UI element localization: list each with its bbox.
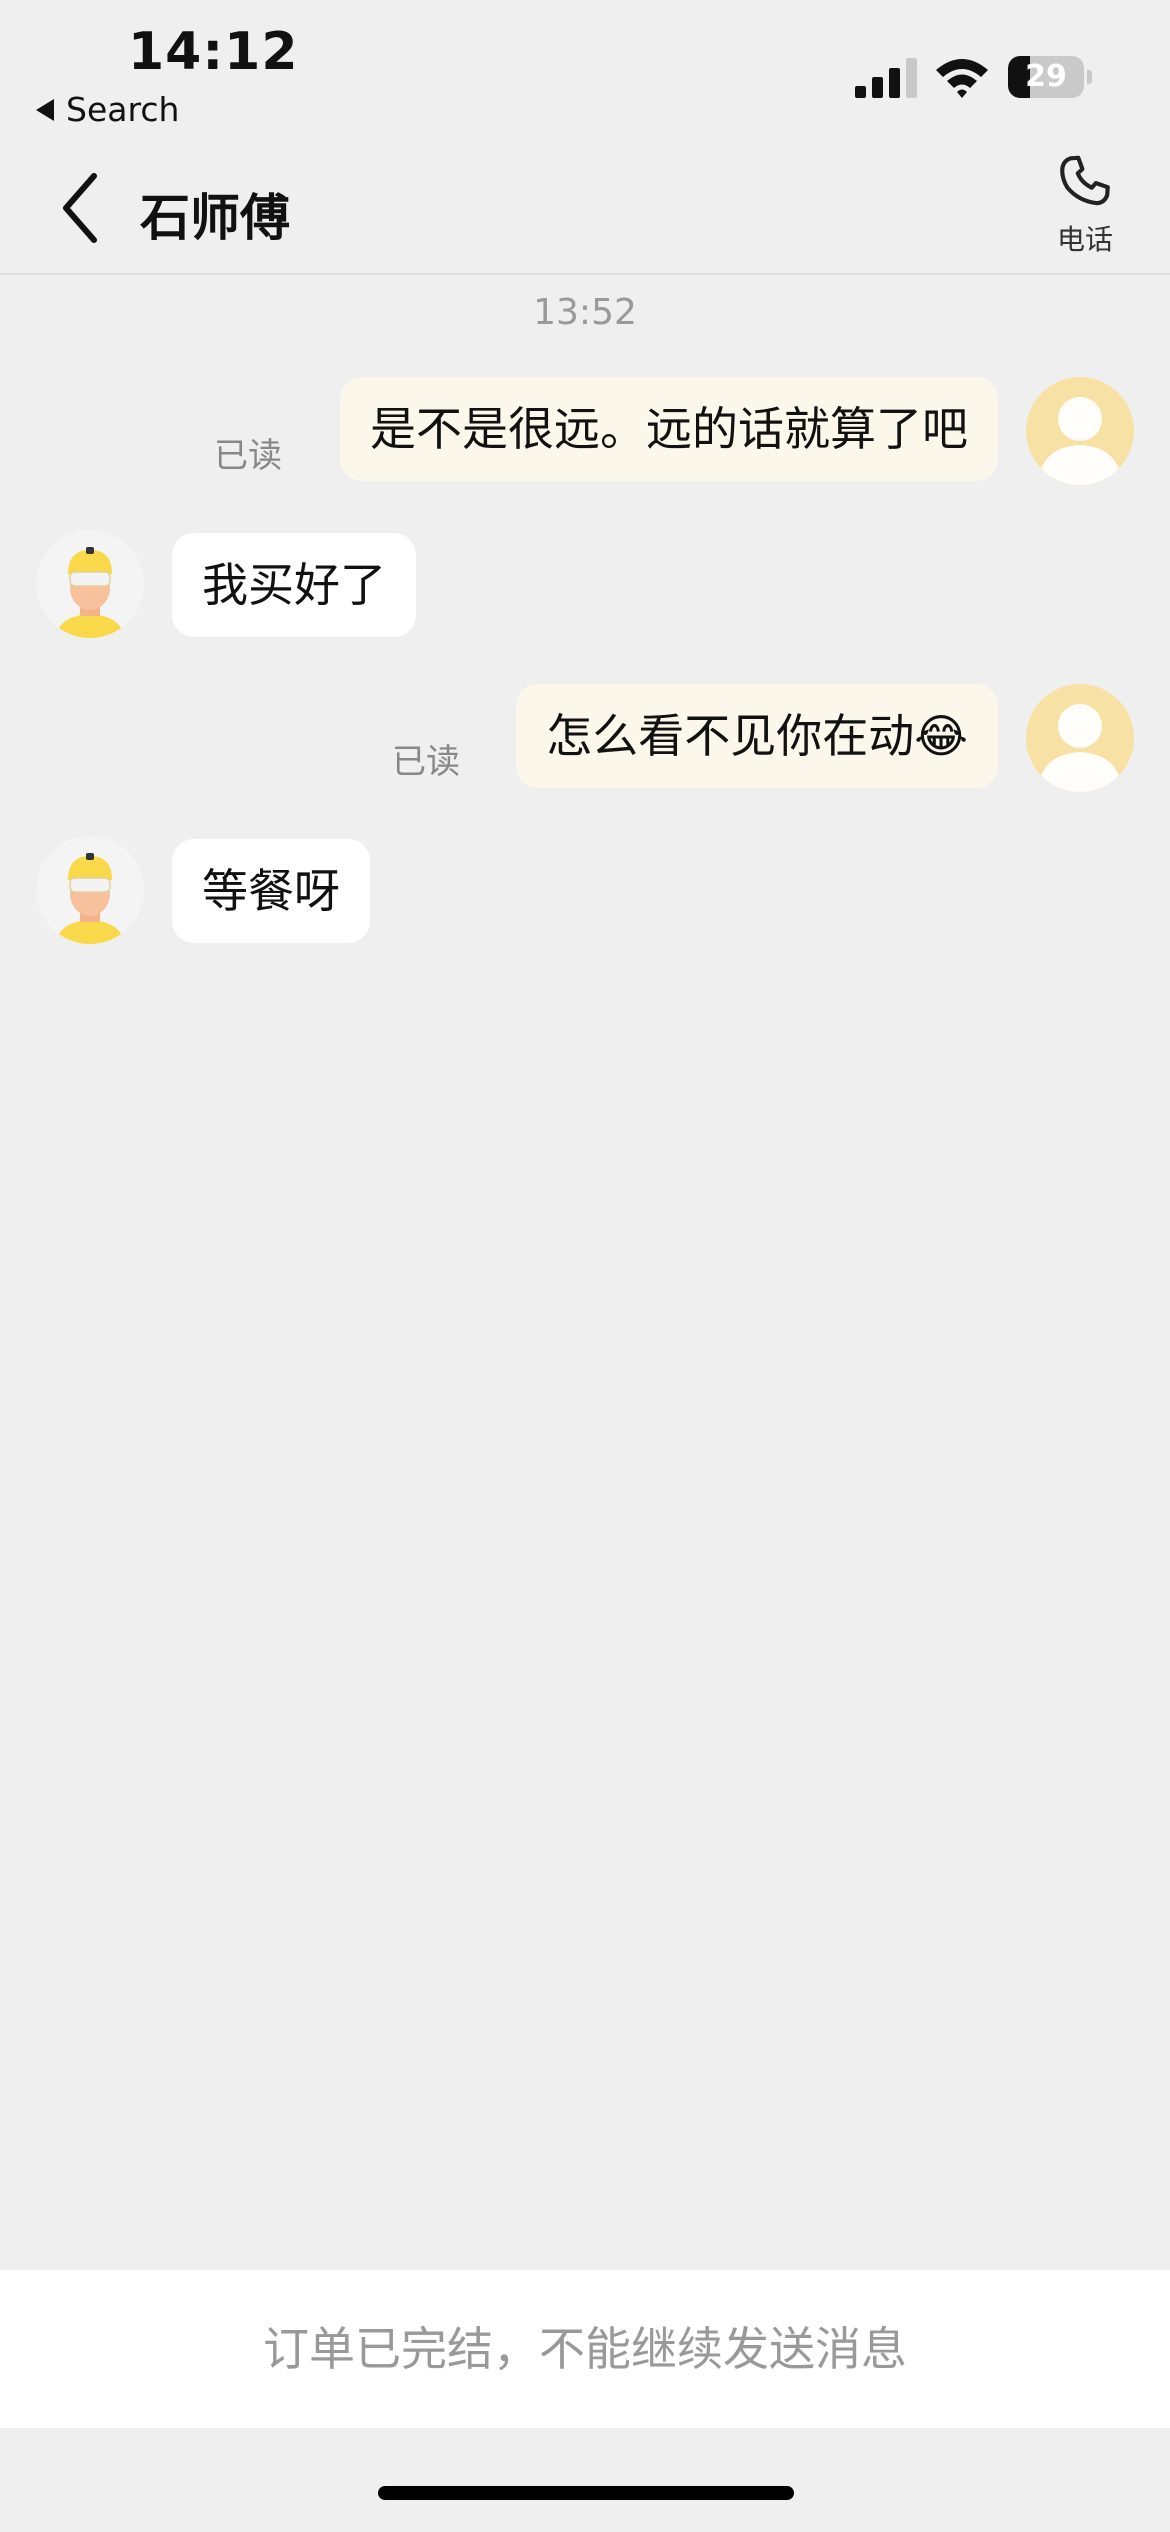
message-bubble-sent[interactable]: 是不是很远。远的话就算了吧 xyxy=(340,377,998,481)
back-to-search-label: Search xyxy=(66,90,180,129)
read-receipt: 已读 xyxy=(392,742,460,782)
battery-level: 29 xyxy=(1025,59,1067,94)
phone-label: 电话 xyxy=(1056,223,1113,256)
cellular-signal-icon xyxy=(855,58,917,98)
chat-timestamp: 13:52 xyxy=(533,292,637,333)
delivery-rider-avatar-icon xyxy=(56,547,124,638)
message-bubble-sent[interactable]: 怎么看不见你在动😂 xyxy=(516,684,998,788)
page-title: 石师傅 xyxy=(140,189,290,247)
message-bubble-received[interactable]: 我买好了 xyxy=(172,533,416,637)
rider-avatar[interactable] xyxy=(36,836,144,944)
back-triangle-icon xyxy=(36,98,54,121)
back-to-search-link[interactable]: Search xyxy=(36,90,179,129)
chat-screen: 14:12 Search 29 石师傅 电话 13:52 已读 是不是很远。远的… xyxy=(0,0,1170,2532)
order-closed-notice: 订单已完结，不能继续发送消息 xyxy=(0,2270,1170,2428)
read-receipt: 已读 xyxy=(214,436,282,476)
my-avatar[interactable] xyxy=(1026,684,1134,792)
rider-avatar[interactable] xyxy=(36,530,144,638)
status-time: 14:12 xyxy=(128,22,299,82)
home-indicator[interactable] xyxy=(378,2486,794,2500)
my-avatar[interactable] xyxy=(1026,377,1134,485)
default-user-avatar-icon xyxy=(1038,704,1122,792)
battery-icon: 29 xyxy=(1008,56,1092,98)
phone-icon xyxy=(1060,155,1110,206)
phone-call-button[interactable]: 电话 xyxy=(1040,150,1130,270)
delivery-rider-avatar-icon xyxy=(56,853,124,944)
nav-divider xyxy=(0,273,1170,275)
default-user-avatar-icon xyxy=(1038,397,1122,485)
message-bubble-received[interactable]: 等餐呀 xyxy=(172,839,370,943)
back-chevron-icon[interactable] xyxy=(56,170,106,246)
wifi-icon xyxy=(936,59,988,98)
